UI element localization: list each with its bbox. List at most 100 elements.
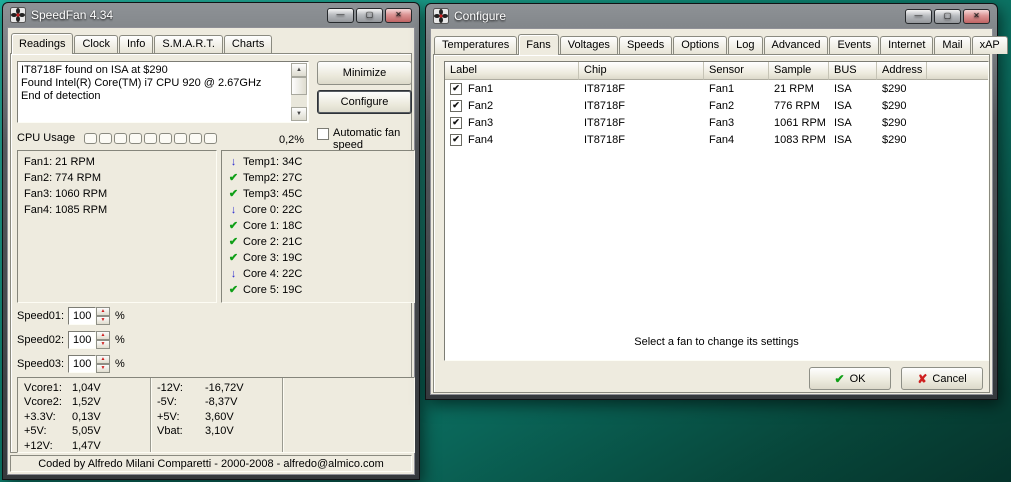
log-scrollbar[interactable]: ▲ ▼ bbox=[291, 63, 307, 121]
cell-sensor: Fan4 bbox=[704, 134, 769, 146]
temp-reading-label: Core 5: 19C bbox=[243, 282, 302, 298]
column-header-sensor[interactable]: Sensor bbox=[704, 62, 769, 80]
configure-tab-mail[interactable]: Mail bbox=[934, 36, 970, 54]
row-checkbox[interactable]: ✔ bbox=[450, 83, 462, 95]
configure-tab-internet[interactable]: Internet bbox=[880, 36, 933, 54]
spin-down-icon[interactable]: ▼ bbox=[96, 316, 110, 325]
checkbox-label: Automatic fan speed bbox=[333, 127, 417, 151]
column-header-label[interactable]: Label bbox=[445, 62, 579, 80]
speedfan-tab-readings[interactable]: Readings bbox=[11, 33, 73, 54]
speedfan-window: SpeedFan 4.34 — ▢ ✕ ReadingsClockInfoS.M… bbox=[2, 2, 420, 480]
configure-tab-speeds[interactable]: Speeds bbox=[619, 36, 672, 54]
configure-titlebar[interactable]: Configure — ▢ ✕ bbox=[430, 4, 993, 28]
voltage-column-1: Vcore1:1,04VVcore2:1,52V+3.3V:0,13V+5V:5… bbox=[18, 378, 150, 452]
configure-tab-voltages[interactable]: Voltages bbox=[560, 36, 618, 54]
arrow-down-icon: ↓ bbox=[228, 266, 239, 282]
voltage-value: 1,47V bbox=[72, 439, 101, 453]
speedfan-readings-page: IT8718F found on ISA at $290Found Intel(… bbox=[10, 53, 412, 453]
speed-spinner[interactable]: ▲▼ bbox=[96, 307, 110, 325]
speedfan-tab-clock[interactable]: Clock bbox=[74, 35, 118, 53]
speedfan-tab-charts[interactable]: Charts bbox=[224, 35, 272, 53]
spin-up-icon[interactable]: ▲ bbox=[96, 307, 110, 316]
automatic-fan-speed-checkbox[interactable]: Automatic fan speed bbox=[317, 127, 417, 151]
ok-check-icon: ✔ bbox=[835, 372, 845, 386]
configure-tab-events[interactable]: Events bbox=[829, 36, 879, 54]
cell-chip: IT8718F bbox=[579, 134, 704, 146]
cpu-usage-value: 0,2% bbox=[279, 134, 304, 146]
cell-sensor: Fan3 bbox=[704, 117, 769, 129]
cell-label: ✔Fan4 bbox=[445, 134, 579, 146]
configure-tabbar: TemperaturesFansVoltagesSpeedsOptionsLog… bbox=[431, 29, 992, 54]
configure-fans-page: LabelChipSensorSampleBUSAddress ✔ Fan1 IT8… bbox=[433, 54, 990, 393]
temp-reading-label: Temp2: 27C bbox=[243, 170, 302, 186]
cpu-usage-cell bbox=[84, 133, 97, 144]
checkbox-box[interactable] bbox=[317, 128, 329, 140]
cpu-usage-cell bbox=[189, 133, 202, 144]
configure-close-window-icon[interactable]: ✕ bbox=[963, 9, 990, 24]
spin-down-icon[interactable]: ▼ bbox=[96, 364, 110, 373]
temp-reading: ✔Core 1: 18C bbox=[228, 218, 408, 234]
speedfan-window-title: SpeedFan 4.34 bbox=[31, 8, 113, 22]
speedfan-minimize-window-icon[interactable]: — bbox=[327, 8, 354, 23]
speed-spinner[interactable]: ▲▼ bbox=[96, 331, 110, 349]
cell-sample: 21 RPM bbox=[769, 83, 829, 95]
row-label-text: Fan1 bbox=[468, 83, 493, 95]
ok-button[interactable]: ✔ OK bbox=[809, 367, 891, 390]
row-checkbox[interactable]: ✔ bbox=[450, 100, 462, 112]
cell-label: ✔Fan2 bbox=[445, 100, 579, 112]
speedfan-tab-smart[interactable]: S.M.A.R.T. bbox=[154, 35, 223, 53]
configure-tab-xap[interactable]: xAP bbox=[972, 36, 1008, 54]
voltage-label: +3.3V: bbox=[24, 410, 72, 424]
speed-value-input[interactable]: 100 bbox=[68, 307, 96, 325]
configure-maximize-window-icon[interactable]: ▢ bbox=[934, 9, 961, 24]
cancel-button[interactable]: ✘ Cancel bbox=[901, 367, 983, 390]
speed-value-input[interactable]: 100 bbox=[68, 355, 96, 373]
configure-tab-log[interactable]: Log bbox=[728, 36, 762, 54]
voltage-label: Vcore1: bbox=[24, 381, 72, 395]
minimize-button[interactable]: Minimize bbox=[317, 61, 412, 85]
cell-bus: ISA bbox=[829, 100, 877, 112]
fans-list-rows: ✔Fan1IT8718FFan121 RPMISA$290✔Fan2IT8718… bbox=[445, 80, 988, 148]
temp-reading-label: Core 1: 18C bbox=[243, 218, 302, 234]
configure-tab-advanced[interactable]: Advanced bbox=[764, 36, 829, 54]
configure-minimize-window-icon[interactable]: — bbox=[905, 9, 932, 24]
configure-tab-temperatures[interactable]: Temperatures bbox=[434, 36, 517, 54]
column-header-bus[interactable]: BUS bbox=[829, 62, 877, 80]
speed-value-input[interactable]: 100 bbox=[68, 331, 96, 349]
speedfan-close-window-icon[interactable]: ✕ bbox=[385, 8, 412, 23]
check-icon: ✔ bbox=[228, 250, 239, 266]
cpu-usage-cell bbox=[129, 133, 142, 144]
column-header-address[interactable]: Address bbox=[877, 62, 927, 80]
column-header-chip[interactable]: Chip bbox=[579, 62, 704, 80]
scroll-up-icon[interactable]: ▲ bbox=[291, 63, 307, 77]
speedfan-tab-info[interactable]: Info bbox=[119, 35, 153, 53]
voltage-readings-panel: Vcore1:1,04VVcore2:1,52V+3.3V:0,13V+5V:5… bbox=[17, 377, 415, 453]
cell-sample: 1083 RPM bbox=[769, 134, 829, 146]
spin-down-icon[interactable]: ▼ bbox=[96, 340, 110, 349]
cell-bus: ISA bbox=[829, 134, 877, 146]
table-row[interactable]: ✔Fan1IT8718FFan121 RPMISA$290 bbox=[445, 80, 988, 97]
configure-tab-options[interactable]: Options bbox=[673, 36, 727, 54]
table-row[interactable]: ✔Fan4IT8718FFan41083 RPMISA$290 bbox=[445, 131, 988, 148]
configure-tab-fans[interactable]: Fans bbox=[518, 34, 558, 55]
column-header-sample[interactable]: Sample bbox=[769, 62, 829, 80]
scroll-thumb[interactable] bbox=[291, 77, 307, 95]
spin-up-icon[interactable]: ▲ bbox=[96, 331, 110, 340]
spin-up-icon[interactable]: ▲ bbox=[96, 355, 110, 364]
scroll-down-icon[interactable]: ▼ bbox=[291, 107, 307, 121]
speedfan-titlebar[interactable]: SpeedFan 4.34 — ▢ ✕ bbox=[7, 3, 415, 27]
voltage-label: -12V: bbox=[157, 381, 205, 395]
voltage-reading: Vcore2:1,52V bbox=[24, 395, 144, 409]
table-row[interactable]: ✔Fan3IT8718FFan31061 RPMISA$290 bbox=[445, 114, 988, 131]
cell-address: $290 bbox=[877, 83, 927, 95]
cpu-usage-cell bbox=[99, 133, 112, 144]
speed-spinner[interactable]: ▲▼ bbox=[96, 355, 110, 373]
row-checkbox[interactable]: ✔ bbox=[450, 117, 462, 129]
configure-button[interactable]: Configure bbox=[317, 90, 412, 114]
table-row[interactable]: ✔Fan2IT8718FFan2776 RPMISA$290 bbox=[445, 97, 988, 114]
speedfan-maximize-window-icon[interactable]: ▢ bbox=[356, 8, 383, 23]
temp-reading: ↓Core 4: 22C bbox=[228, 266, 408, 282]
row-checkbox[interactable]: ✔ bbox=[450, 134, 462, 146]
detection-log[interactable]: IT8718F found on ISA at $290Found Intel(… bbox=[17, 61, 309, 123]
cpu-usage-cell bbox=[159, 133, 172, 144]
